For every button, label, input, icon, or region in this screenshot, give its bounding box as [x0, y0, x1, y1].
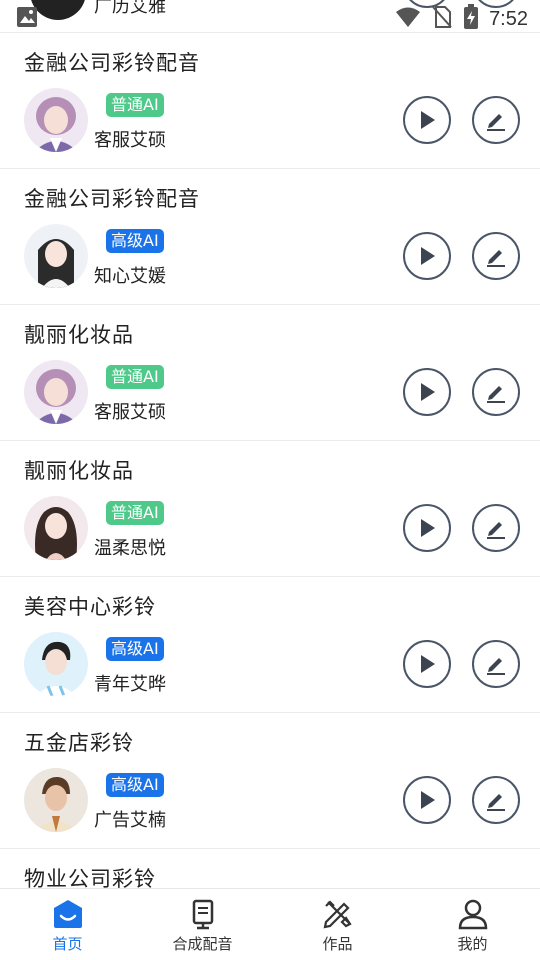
play-button[interactable]: [403, 232, 451, 280]
play-button[interactable]: [403, 504, 451, 552]
pencil-icon: [487, 794, 505, 811]
tab-works[interactable]: 作品: [270, 889, 405, 960]
tier-badge: 高级AI: [106, 229, 164, 253]
list-item[interactable]: 美容中心彩铃 高级AI 青年艾晔: [0, 577, 540, 713]
avatar: [24, 496, 88, 560]
play-button[interactable]: [403, 640, 451, 688]
wifi-icon: [395, 6, 421, 32]
voice-list: 金融公司彩铃配音 普通AI 客服艾硕 金融公司彩铃配音 高级AI 知心艾媛 靓丽…: [0, 33, 540, 899]
image-icon: [16, 6, 38, 32]
list-item[interactable]: 五金店彩铃 高级AI 广告艾楠: [0, 713, 540, 849]
item-title: 五金店彩铃: [24, 731, 134, 755]
pencil-icon: [487, 114, 505, 131]
voice-name: 青年艾晔: [94, 674, 166, 695]
play-button[interactable]: [403, 368, 451, 416]
item-title: 金融公司彩铃配音: [24, 51, 200, 75]
tab-synthesize[interactable]: 合成配音: [135, 889, 270, 960]
status-time: 7:52: [489, 7, 528, 30]
works-icon: [321, 897, 355, 931]
edit-button[interactable]: [472, 640, 520, 688]
microphone-icon: [186, 897, 220, 931]
avatar: [24, 224, 88, 288]
edit-button[interactable]: [472, 368, 520, 416]
tab-label: 我的: [457, 935, 488, 953]
profile-icon: [456, 897, 490, 931]
list-item[interactable]: 金融公司彩铃配音 高级AI 知心艾媛: [0, 169, 540, 305]
item-title: 靓丽化妆品: [24, 323, 134, 347]
tab-label: 作品: [322, 935, 353, 953]
play-icon: [421, 655, 435, 673]
item-title: 靓丽化妆品: [24, 459, 134, 483]
item-title: 金融公司彩铃配音: [24, 187, 200, 211]
avatar: [24, 88, 88, 152]
voice-name: 广告艾楠: [94, 810, 166, 831]
tab-label: 首页: [52, 935, 83, 953]
no-sim-icon: [431, 5, 453, 33]
tier-badge: 高级AI: [106, 773, 164, 797]
play-icon: [421, 247, 435, 265]
play-button[interactable]: [403, 776, 451, 824]
play-icon: [421, 383, 435, 401]
avatar: [24, 632, 88, 696]
status-bar: 7:52: [0, 0, 540, 34]
pencil-icon: [487, 386, 505, 403]
edit-button[interactable]: [472, 96, 520, 144]
pencil-icon: [487, 250, 505, 267]
voice-name: 客服艾硕: [94, 402, 166, 423]
bottom-tab-bar: 首页 合成配音 作品 我的: [0, 888, 540, 960]
tab-home[interactable]: 首页: [0, 889, 135, 960]
item-title: 美容中心彩铃: [24, 595, 156, 619]
tier-badge: 高级AI: [106, 637, 164, 661]
tab-profile[interactable]: 我的: [405, 889, 540, 960]
tier-badge: 普通AI: [106, 365, 164, 389]
pencil-icon: [487, 658, 505, 675]
home-icon: [51, 897, 85, 931]
edit-button[interactable]: [472, 504, 520, 552]
voice-name: 温柔思悦: [94, 538, 166, 559]
edit-button[interactable]: [472, 776, 520, 824]
pencil-icon: [487, 522, 505, 539]
tab-label: 合成配音: [172, 935, 233, 953]
list-item[interactable]: 靓丽化妆品 普通AI 客服艾硕: [0, 305, 540, 441]
play-button[interactable]: [403, 96, 451, 144]
play-icon: [421, 791, 435, 809]
play-icon: [421, 111, 435, 129]
avatar: [24, 360, 88, 424]
edit-button[interactable]: [472, 232, 520, 280]
tier-badge: 普通AI: [106, 501, 164, 525]
tier-badge: 普通AI: [106, 93, 164, 117]
play-icon: [421, 519, 435, 537]
list-item[interactable]: 金融公司彩铃配音 普通AI 客服艾硕: [0, 33, 540, 169]
voice-name: 客服艾硕: [94, 130, 166, 151]
avatar: [24, 768, 88, 832]
voice-name: 知心艾媛: [94, 266, 166, 287]
list-item[interactable]: 靓丽化妆品 普通AI 温柔思悦: [0, 441, 540, 577]
battery-charging-icon: [463, 4, 479, 34]
